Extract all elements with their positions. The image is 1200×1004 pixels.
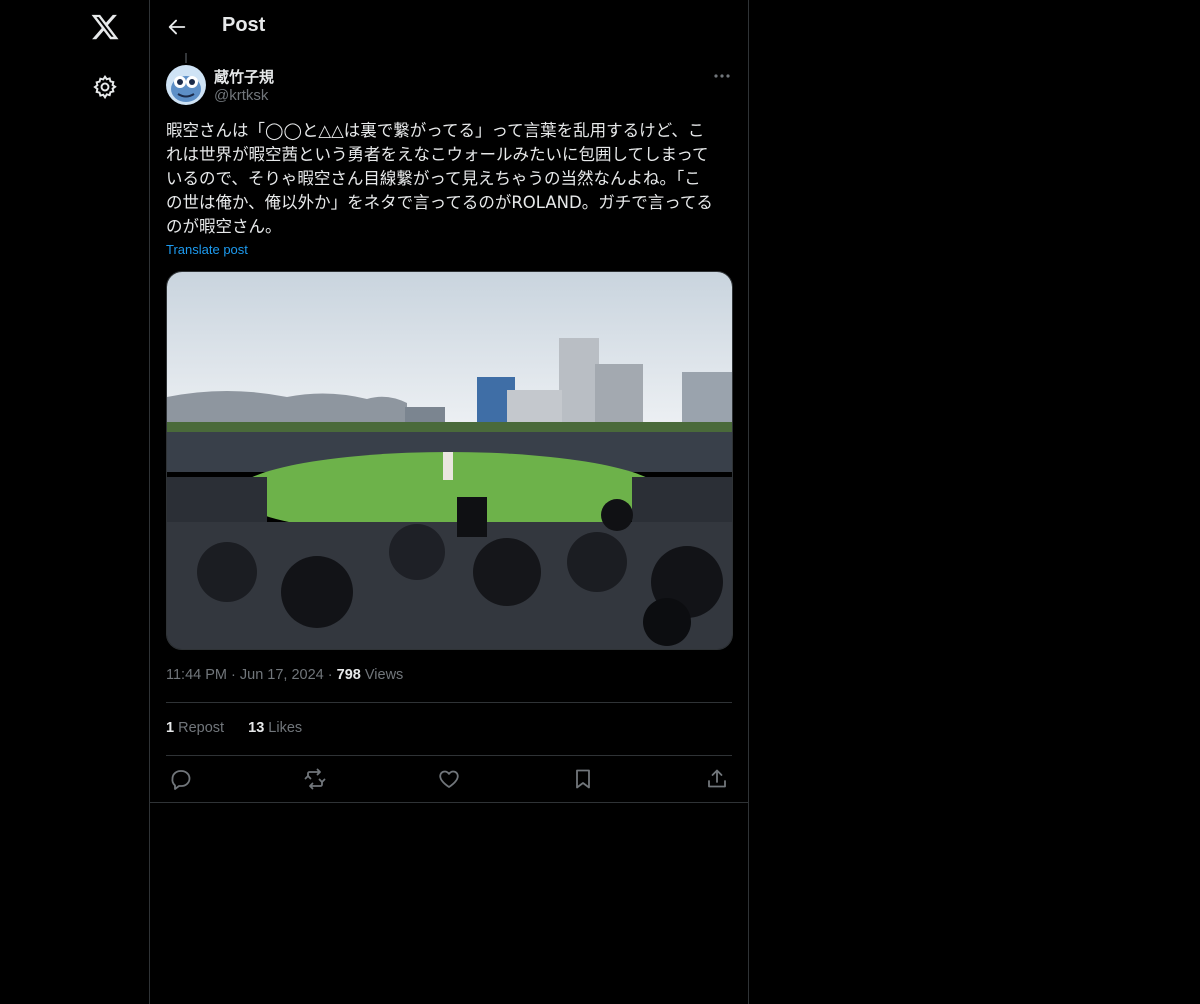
page-title: Post [222, 14, 266, 36]
author-handle[interactable]: @krtksk [214, 87, 268, 104]
post-image[interactable] [166, 271, 733, 650]
heart-icon[interactable] [437, 767, 461, 791]
x-logo-icon[interactable] [90, 12, 120, 42]
post-column: Post 蔵竹子規 @krtksk 暇空さんは「◯◯と△△は裏で繋がってる」って… [150, 0, 749, 1004]
author-name[interactable]: 蔵竹子規 [214, 66, 274, 87]
avatar[interactable] [166, 65, 206, 105]
post-header: Post [150, 0, 748, 53]
share-icon[interactable] [705, 767, 729, 791]
post-text: 暇空さんは「◯◯と△△は裏で繋がってる」って言葉を乱用するけど、こ れは世界が暇… [166, 121, 713, 236]
likes-label: Likes [268, 720, 303, 736]
post-date[interactable]: Jun 17, 2024 [240, 667, 324, 683]
arrow-left-icon[interactable] [166, 16, 188, 38]
bookmark-icon[interactable] [571, 767, 595, 791]
gear-icon[interactable] [92, 74, 118, 100]
divider [166, 702, 732, 703]
more-dots-icon[interactable] [712, 66, 732, 86]
reposts-count: 1 [166, 720, 175, 736]
likes-count: 13 [248, 720, 265, 736]
views-label: Views [364, 667, 404, 683]
thread-connector [185, 53, 187, 63]
reposts-label: Repost [178, 720, 225, 736]
reposts-stat[interactable]: 1 Repost [166, 720, 224, 736]
divider [166, 755, 732, 756]
reply-icon[interactable] [169, 767, 193, 791]
translate-link[interactable]: Translate post [166, 242, 248, 257]
repost-icon[interactable] [303, 767, 327, 791]
post-time[interactable]: 11:44 PM [166, 667, 227, 683]
likes-stat[interactable]: 13 Likes [248, 720, 302, 736]
post-meta: 11:44 PM · Jun 17, 2024 · 798 Views [166, 667, 404, 683]
sidebar [0, 0, 150, 1004]
divider [150, 802, 748, 803]
views-count: 798 [336, 667, 361, 683]
post-stats: 1 Repost 13 Likes [166, 720, 302, 736]
